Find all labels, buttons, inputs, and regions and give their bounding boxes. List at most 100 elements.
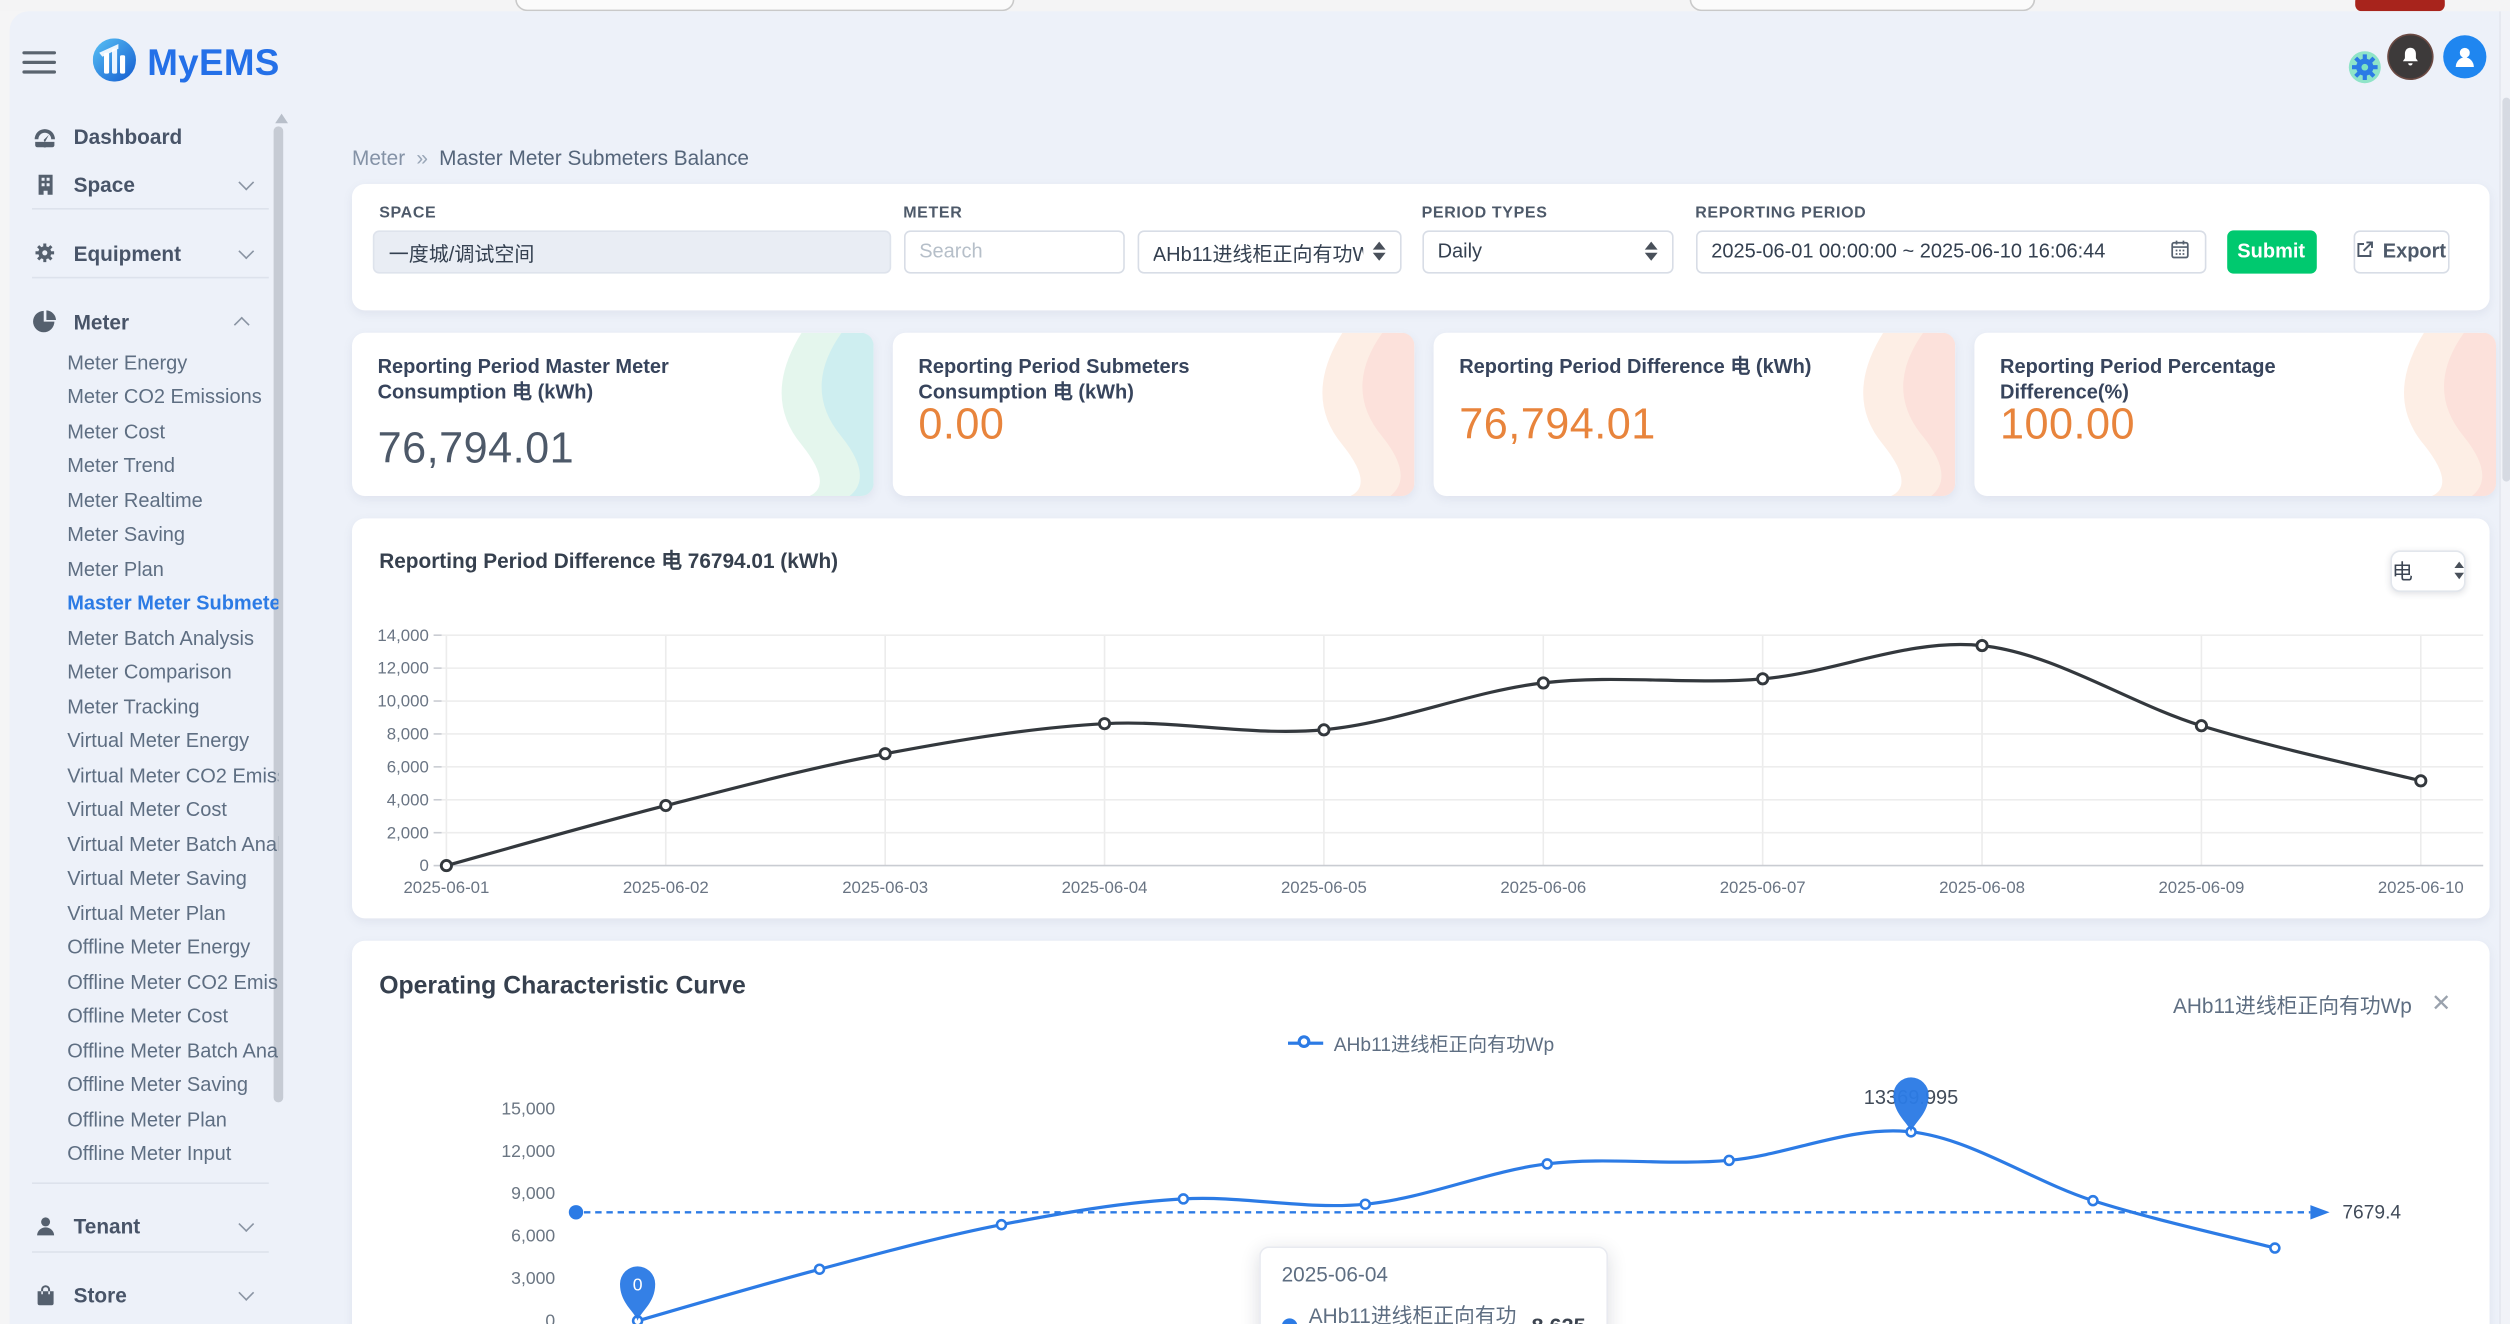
sidebar-item-virtual-meter-saving[interactable]: Virtual Meter Saving [67, 862, 278, 896]
data-point[interactable] [2196, 720, 2206, 730]
max-pin-marker [1893, 1077, 1928, 1131]
y-axis-label: 12,000 [377, 658, 428, 677]
x-axis-label: 2025-06-06 [1500, 877, 1586, 896]
average-value-label: 7679.4 [2342, 1202, 2401, 1223]
sidebar-item-virtual-meter-cost[interactable]: Virtual Meter Cost [67, 794, 278, 828]
sidebar-item-meter-plan[interactable]: Meter Plan [67, 553, 278, 587]
chevron-down-icon [238, 243, 254, 259]
export-button[interactable]: Export [2353, 230, 2449, 273]
period-types-select[interactable]: Daily [1422, 230, 1673, 273]
settings-button[interactable] [2347, 49, 2382, 84]
data-point[interactable] [1099, 718, 1109, 728]
reporting-period-value: 2025-06-01 00:00:00 ~ 2025-06-10 16:06:4… [1711, 240, 2105, 262]
data-point[interactable] [1319, 724, 1329, 734]
sidebar-item-meter-co2[interactable]: Meter CO2 Emissions [67, 381, 278, 415]
space-value: 一度城/调试空间 [389, 236, 535, 266]
breadcrumb-separator: » [416, 145, 428, 169]
sidebar-item-meter-realtime[interactable]: Meter Realtime [67, 484, 278, 518]
user-avatar[interactable] [2443, 34, 2486, 77]
meter-select-value: AHb11进线柜正向有功Wp [1153, 236, 1363, 266]
reporting-period-picker[interactable]: 2025-06-01 00:00:00 ~ 2025-06-10 16:06:4… [1695, 230, 2205, 273]
page-scrollbar[interactable] [2498, 10, 2510, 1324]
browser-chrome-strip [0, 0, 2510, 11]
browser-tab[interactable] [515, 0, 1014, 11]
sidebar-item-equipment[interactable]: Equipment [32, 234, 250, 272]
browser-extension-button[interactable] [2355, 0, 2445, 11]
data-point[interactable] [997, 1219, 1006, 1228]
tooltip-series-name: AHb11进线柜正向有功Wp [1309, 1298, 1521, 1324]
user-icon [2451, 42, 2478, 69]
y-axis-label: 3,000 [511, 1267, 555, 1287]
difference-line-chart: 02,0004,0006,0008,00010,00012,00014,0002… [352, 518, 2490, 918]
sidebar-item-meter-comparison[interactable]: Meter Comparison [67, 656, 278, 690]
stat-card-master-meter-consumption: Reporting Period Master Meter Consumptio… [352, 332, 874, 495]
data-point[interactable] [441, 860, 451, 870]
sidebar-item-virtual-meter-batch-analysis[interactable]: Virtual Meter Batch Analysis [67, 828, 278, 862]
stat-card-value: 0.00 [918, 399, 1004, 449]
sidebar-item-meter-cost[interactable]: Meter Cost [67, 415, 278, 449]
sidebar-item-offline-meter-saving[interactable]: Offline Meter Saving [67, 1069, 278, 1103]
data-point[interactable] [1179, 1194, 1188, 1203]
tooltip-date: 2025-06-04 [1282, 1262, 1586, 1286]
sidebar-item-dashboard[interactable]: Dashboard [32, 118, 250, 156]
sidebar-item-meter-trend[interactable]: Meter Trend [67, 450, 278, 484]
sidebar-item-store[interactable]: Store [32, 1276, 250, 1314]
hamburger-menu-button[interactable] [22, 50, 56, 74]
sidebar-item-virtual-meter-co2[interactable]: Virtual Meter CO2 Emissions [67, 759, 278, 793]
sidebar-item-offline-meter-co2[interactable]: Offline Meter CO2 Emissions [67, 966, 278, 1000]
sidebar-item-offline-meter-plan[interactable]: Offline Meter Plan [67, 1103, 278, 1137]
sidebar-item-meter-tracking[interactable]: Meter Tracking [67, 690, 278, 724]
data-point[interactable] [1361, 1199, 1370, 1208]
x-axis-label: 2025-06-04 [1062, 877, 1148, 896]
calendar-icon [2169, 238, 2190, 264]
data-point[interactable] [1725, 1155, 1734, 1164]
meter-select[interactable]: AHb11进线柜正向有功Wp [1137, 230, 1401, 273]
y-axis-label: 12,000 [501, 1140, 555, 1160]
breadcrumb-section[interactable]: Meter [352, 145, 405, 169]
sidebar-item-label: Meter [74, 310, 130, 334]
stat-card-submeters-consumption: Reporting Period Submeters Consumption 电… [893, 332, 1415, 495]
gauge-icon [32, 124, 58, 150]
data-point[interactable] [1977, 640, 1987, 650]
data-point[interactable] [2416, 775, 2426, 785]
data-point[interactable] [2270, 1243, 2279, 1252]
sidebar-item-virtual-meter-plan[interactable]: Virtual Meter Plan [67, 897, 278, 931]
sidebar-item-offline-meter-cost[interactable]: Offline Meter Cost [67, 1000, 278, 1034]
y-axis-label: 8,000 [387, 724, 429, 743]
stat-card-value: 76,794.01 [1459, 399, 1656, 449]
x-axis-label: 2025-06-07 [1720, 877, 1806, 896]
app-logo[interactable]: MyEMS [93, 38, 280, 89]
data-point[interactable] [815, 1264, 824, 1273]
data-point[interactable] [880, 748, 890, 758]
difference-chart-card: Reporting Period Difference 电 76794.01 (… [352, 518, 2490, 918]
sidebar-item-offline-meter-batch-analysis[interactable]: Offline Meter Batch Analysis [67, 1034, 278, 1068]
meter-search-input[interactable] [903, 230, 1124, 273]
sidebar-scroll-up-arrow[interactable] [275, 113, 288, 123]
sidebar-item-label: Dashboard [74, 125, 183, 149]
breadcrumb: Meter»Master Meter Submeters Balance [352, 145, 749, 169]
space-tree-select[interactable]: 一度城/调试空间 [373, 230, 891, 273]
data-point[interactable] [2088, 1195, 2097, 1204]
sidebar-item-meter-saving[interactable]: Meter Saving [67, 518, 278, 552]
browser-tab[interactable] [1690, 0, 2036, 11]
notifications-button[interactable] [2389, 34, 2432, 77]
sidebar-item-tenant[interactable]: Tenant [32, 1207, 250, 1245]
submit-button[interactable]: Submit [2226, 230, 2316, 273]
sidebar-item-meter[interactable]: Meter [32, 302, 250, 340]
sidebar-item-space[interactable]: Space [32, 165, 250, 203]
data-point[interactable] [1538, 677, 1548, 687]
sidebar-item-master-meter-submeters-balance[interactable]: Master Meter Submeters Balance [67, 587, 278, 621]
sidebar-item-offline-meter-energy[interactable]: Offline Meter Energy [67, 931, 278, 965]
select-arrows-icon [1634, 241, 1656, 261]
sidebar-item-meter-batch-analysis[interactable]: Meter Batch Analysis [67, 622, 278, 656]
sidebar-item-virtual-meter-energy[interactable]: Virtual Meter Energy [67, 725, 278, 759]
page-scrollbar-thumb[interactable] [2502, 97, 2510, 481]
logo-text: MyEMS [147, 42, 279, 85]
sidebar-item-meter-energy[interactable]: Meter Energy [67, 346, 278, 380]
data-point[interactable] [1543, 1159, 1552, 1168]
data-point[interactable] [661, 800, 671, 810]
data-point[interactable] [1758, 673, 1768, 683]
y-axis-label: 9,000 [511, 1182, 555, 1202]
sidebar-item-offline-meter-input[interactable]: Offline Meter Input [67, 1138, 278, 1172]
stat-card-title: Reporting Period Difference 电 (kWh) [1459, 353, 1819, 380]
